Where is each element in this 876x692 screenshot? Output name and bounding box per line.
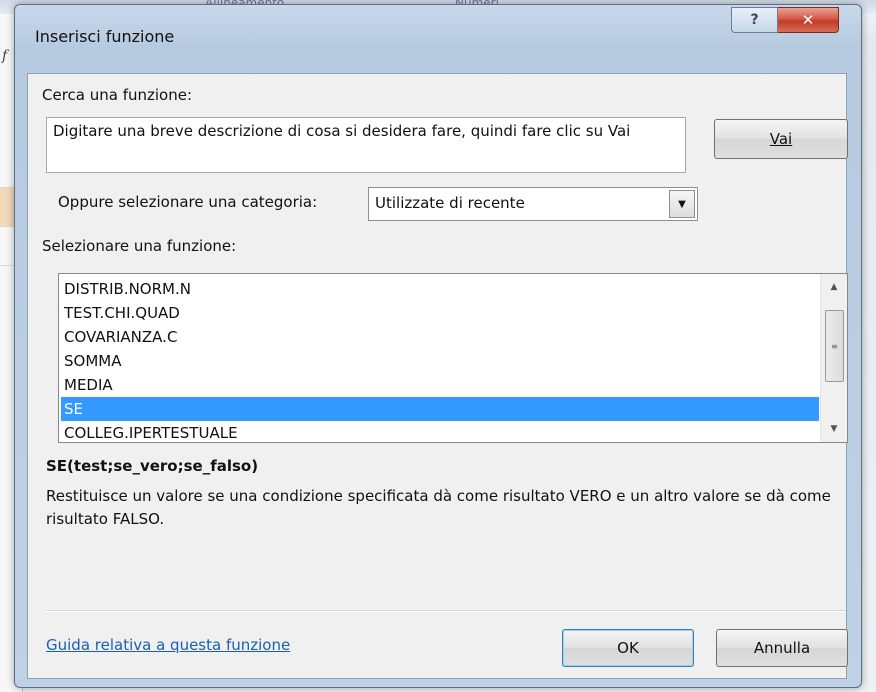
dialog-title: Inserisci funzione xyxy=(35,27,175,46)
question-icon[interactable]: ? xyxy=(731,7,778,33)
scroll-thumb[interactable]: ≡ xyxy=(825,310,844,382)
list-scrollbar[interactable]: ▲ ≡ ▼ xyxy=(820,274,847,442)
search-input[interactable]: Digitare una breve descrizione di cosa s… xyxy=(46,117,686,173)
list-item[interactable]: TEST.CHI.QUAD xyxy=(61,301,819,325)
cancel-button[interactable]: Annulla xyxy=(716,629,848,667)
function-syntax: SE(test;se_vero;se_falso) xyxy=(46,457,259,475)
scroll-up-icon[interactable]: ▲ xyxy=(821,276,847,298)
function-description: Restituisce un valore se una condizione … xyxy=(46,487,831,528)
scroll-down-icon[interactable]: ▼ xyxy=(821,418,847,440)
help-link[interactable]: Guida relativa a questa funzione xyxy=(46,636,290,654)
close-icon[interactable]: ✕ xyxy=(778,7,839,33)
go-button[interactable]: Vai xyxy=(714,119,848,159)
ok-button-label: OK xyxy=(617,639,639,657)
functions-label: Selezionare una funzione: xyxy=(42,237,237,255)
cancel-button-label: Annulla xyxy=(753,639,811,657)
chevron-down-icon[interactable]: ▼ xyxy=(669,190,695,218)
caption-buttons: ? ✕ xyxy=(731,7,839,33)
fx-icon[interactable]: f xyxy=(2,48,7,64)
category-select[interactable]: Utilizzate di recente ▼ xyxy=(368,187,698,221)
category-value: Utilizzate di recente xyxy=(375,194,525,212)
divider xyxy=(46,610,846,612)
list-item[interactable]: COLLEG.IPERTESTUALE xyxy=(61,421,819,442)
dialog-client-area: Cerca una funzione: Digitare una breve d… xyxy=(27,73,848,679)
list-item[interactable]: DISTRIB.NORM.N xyxy=(61,277,819,301)
ok-button[interactable]: OK xyxy=(562,629,694,667)
list-item[interactable]: COVARIANZA.C xyxy=(61,325,819,349)
insert-function-dialog: Inserisci funzione ? ✕ Cerca una funzion… xyxy=(14,4,862,688)
category-label: Oppure selezionare una categoria: xyxy=(58,193,318,211)
list-item-selected[interactable]: SE xyxy=(61,397,819,421)
function-list[interactable]: DISTRIB.NORM.N TEST.CHI.QUAD COVARIANZA.… xyxy=(58,273,848,443)
go-button-label: Vai xyxy=(769,130,793,148)
list-item[interactable]: SOMMA xyxy=(61,349,819,373)
search-label: Cerca una funzione: xyxy=(42,86,193,104)
list-item[interactable]: MEDIA xyxy=(61,373,819,397)
